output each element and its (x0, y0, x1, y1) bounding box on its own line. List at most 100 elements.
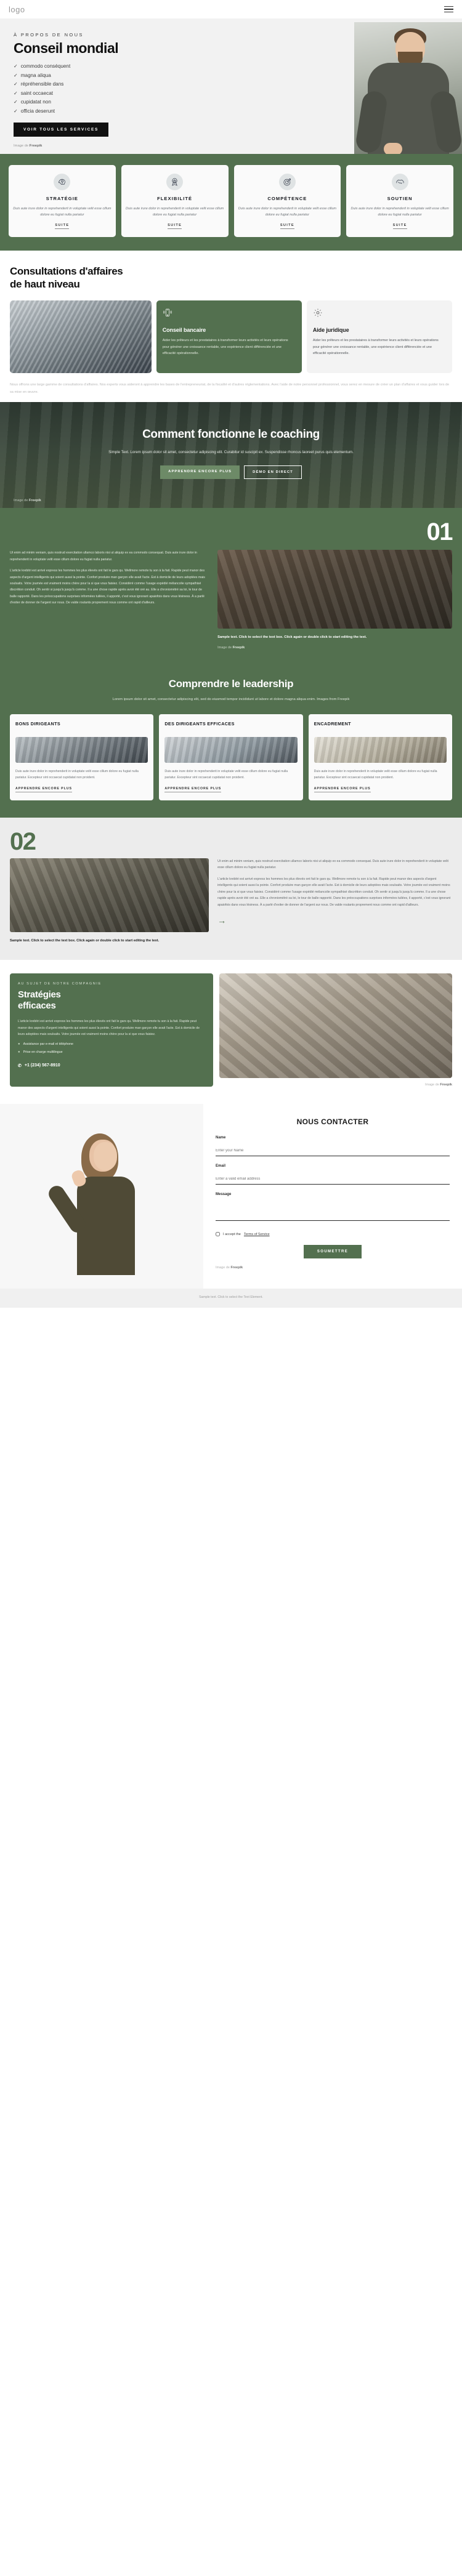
leadership-card[interactable]: BONS DIRIGEANTS Duis aute irure dolor in… (10, 714, 154, 801)
feature-link[interactable]: SUITE (55, 223, 70, 230)
feature-card[interactable]: FLEXIBILITÉ Duis aute irure dolor in rep… (121, 165, 229, 238)
feature-link[interactable]: SUITE (168, 223, 182, 230)
feature-title: FLEXIBILITÉ (157, 196, 193, 201)
hero-portrait-photo (354, 22, 462, 154)
list-item: ✓ répréhensible dans (14, 81, 264, 87)
feature-card[interactable]: SOUTIEN Duis aute irure dolor in reprehe… (346, 165, 453, 238)
name-input[interactable] (216, 1148, 450, 1157)
leadership-card-link[interactable]: APPRENDRE ENCORE PLUS (15, 787, 72, 793)
hero-eyebrow: À PROPOS DE NOUS (14, 32, 84, 38)
terms-link[interactable]: Terms of Service (244, 1233, 270, 1236)
image-credit: Image de Freepik (216, 1266, 243, 1270)
leadership-card-title: ENCADREMENT (314, 720, 351, 727)
image-credit: Image de Freepik (14, 144, 43, 148)
leadership-section: Comprendre le leadership Lorem ipsum dol… (0, 664, 462, 818)
strategies-title-line1: Stratégies (18, 989, 61, 1000)
list-item: ● Assistance par e-mail et téléphone (18, 1042, 205, 1047)
image-credit: Image de Freepik (217, 645, 245, 650)
block-paragraph: Ut enim ad minim veniam, quis nostrud ex… (217, 859, 448, 870)
list-item-label: cupidatat non (20, 99, 51, 105)
leadership-card-link[interactable]: APPRENDRE ENCORE PLUS (164, 787, 222, 793)
submit-button[interactable]: SOUMETTRE (303, 1245, 362, 1259)
terms-checkbox[interactable] (216, 1232, 220, 1237)
feature-link[interactable]: SUITE (392, 223, 407, 230)
arrow-right-icon[interactable]: → (217, 916, 226, 925)
list-item: ✓ officia deserunt (14, 108, 264, 114)
list-item-label: répréhensible dans (20, 81, 64, 87)
feature-text: Duis aute irure dolor in reprehenderit i… (13, 207, 111, 217)
feature-card[interactable]: COMPÉTENCE Duis aute irure dolor in repr… (233, 165, 341, 238)
block-paragraph: L'article krebitri est arrivé express le… (217, 877, 451, 907)
live-demo-button[interactable]: DÉMO EN DIRECT (244, 465, 302, 480)
credit-link[interactable]: Freepik (440, 1083, 452, 1087)
leadership-subtitle: Lorem ipsum dolor sit amet, consectetur … (112, 697, 350, 701)
skyscraper-photo (10, 300, 152, 373)
credit-link[interactable]: Freepik (230, 1266, 243, 1270)
phone-number[interactable]: ✆ +1 (234) 567-8910 (18, 1063, 205, 1068)
bullet-icon: ● (18, 1050, 20, 1055)
message-input[interactable] (216, 1200, 450, 1222)
gear-settings-icon (314, 308, 322, 317)
strategies-title-line2: efficaces (18, 1000, 56, 1012)
feature-title: SOUTIEN (387, 196, 413, 201)
feature-title: STRATÉGIE (46, 196, 78, 201)
credit-link[interactable]: Freepik (29, 499, 41, 502)
email-field-group: Email (216, 1164, 450, 1185)
list-item-label: magna aliqua (20, 72, 51, 78)
contact-form: NOUS CONTACTER Name Email Message I acce… (203, 1104, 462, 1289)
leadership-card-text: Duis aute irure dolor in reprehenderit i… (314, 769, 437, 779)
strategies-section: AU SUJET DE NOTRE COMPAGNIE Stratégies e… (0, 960, 462, 1096)
strategies-title: Stratégies efficaces (18, 989, 205, 1012)
learn-more-button[interactable]: APPRENDRE ENCORE PLUS (160, 465, 240, 480)
view-all-services-button[interactable]: VOIR TOUS LES SERVICES (14, 123, 109, 137)
award-ribbon-icon (166, 174, 184, 190)
check-icon: ✓ (14, 99, 18, 105)
mobile-signal-icon (163, 308, 172, 316)
name-label: Name (216, 1136, 226, 1140)
page-title: Conseil mondial (14, 40, 119, 56)
list-item: ● Prise en charge multilingue (18, 1050, 205, 1055)
list-item: ✓ magna aliqua (14, 73, 264, 78)
message-label: Message (216, 1193, 232, 1197)
bullet-icon: ● (18, 1042, 20, 1046)
target-arrow-icon (278, 174, 296, 190)
block-paragraph: L'article krebitri est arrivé express le… (10, 569, 205, 605)
consult-card-banking[interactable]: Conseil bancaire Aider les prêteurs et l… (156, 300, 302, 373)
leadership-card[interactable]: ENCADREMENT Duis aute irure dolor in rep… (308, 714, 452, 801)
block-caption: Sample text. Click to select the text bo… (10, 939, 160, 943)
section-title: Consultations d'affaires de haut niveau (10, 265, 452, 291)
coaching-title: Comment fonctionne le coaching (142, 428, 320, 441)
feature-title: COMPÉTENCE (267, 196, 307, 201)
email-input[interactable] (216, 1176, 450, 1185)
coaching-text: Simple Text. Lorem ipsum dolor sit amet,… (108, 450, 354, 455)
site-logo[interactable]: logo (9, 5, 25, 14)
leadership-card-text: Duis aute irure dolor in reprehenderit i… (15, 769, 139, 779)
meeting-photo (217, 550, 452, 629)
credit-link[interactable]: Freepik (233, 646, 245, 650)
strategies-text: L'article krebitri est arrivé express le… (18, 1020, 200, 1037)
puzzle-handshake-photo (219, 973, 452, 1079)
feature-card[interactable]: STRATÉGIE Duis aute irure dolor in repre… (9, 165, 116, 238)
consent-row[interactable]: I accept the Terms of Service (216, 1232, 450, 1237)
credit-link[interactable]: Freepik (30, 144, 43, 148)
woman-pointing-photo (0, 1104, 203, 1289)
list-item-label: Assistance par e-mail et téléphone (23, 1042, 73, 1046)
feature-link[interactable]: SUITE (280, 223, 294, 230)
hamburger-icon[interactable] (444, 6, 453, 13)
check-icon: ✓ (14, 63, 18, 69)
message-field-group: Message (216, 1193, 450, 1224)
leadership-card-link[interactable]: APPRENDRE ENCORE PLUS (314, 787, 371, 793)
consult-card-legal[interactable]: Aide juridique Aider les prêteurs et les… (306, 300, 452, 373)
contact-title: NOUS CONTACTER (296, 1117, 369, 1127)
check-icon: ✓ (14, 72, 18, 78)
page-root: logo À PROPOS DE NOUS Conseil mondial ✓ c… (0, 0, 462, 1308)
feature-text: Duis aute irure dolor in reprehenderit i… (351, 207, 449, 217)
head-idea-icon (54, 174, 71, 190)
block-paragraph: Ut enim ad minim veniam, quis nostrud ex… (10, 551, 197, 561)
block-01-text-column: Ut enim ad minim veniam, quis nostrud ex… (10, 550, 209, 649)
email-label: Email (216, 1164, 226, 1169)
section-title-line1: Consultations d'affaires (10, 265, 123, 278)
top-bar: logo (0, 0, 462, 18)
leadership-card[interactable]: DES DIRIGEANTS EFFICACES Duis aute irure… (159, 714, 303, 801)
leadership-card-title: BONS DIRIGEANTS (15, 720, 61, 727)
